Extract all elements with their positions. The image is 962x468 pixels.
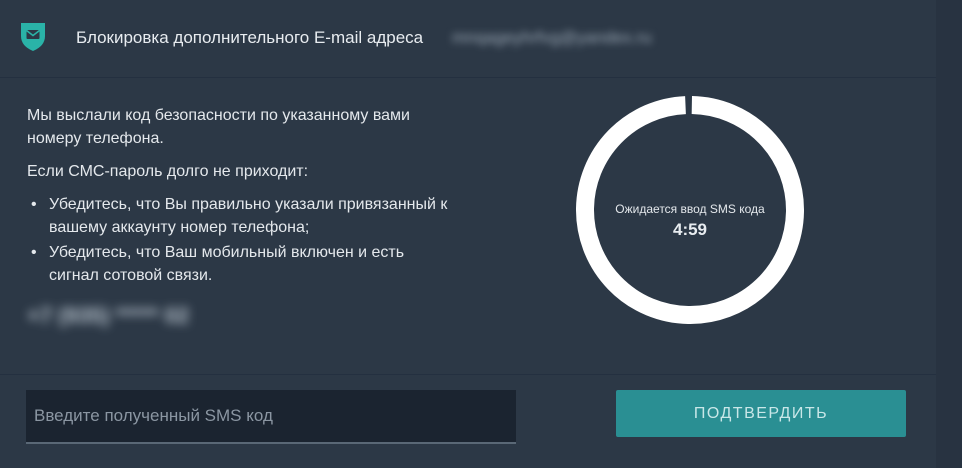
shield-mail-icon: [18, 20, 48, 52]
timer-value: 4:59: [672, 220, 708, 239]
instruction-list: Убедитесь, что Вы правильно указали прив…: [27, 193, 457, 287]
timer-label: Ожидается ввод SMS кода: [615, 202, 765, 216]
footer-divider: [0, 374, 936, 375]
countdown-timer: Ожидается ввод SMS кода 4:59: [576, 96, 804, 324]
instruction-subheading: Если СМС-пароль долго не приходит:: [27, 163, 309, 180]
instructions: Мы выслали код безопасности по указанном…: [27, 104, 457, 289]
dialog-title: Блокировка дополнительного E-mail адреса: [76, 28, 424, 47]
scrollbar-track[interactable]: [936, 0, 962, 468]
sms-code-input[interactable]: [26, 390, 516, 444]
dialog-header: Блокировка дополнительного E-mail адреса…: [0, 0, 936, 78]
instruction-text: Мы выслали код безопасности по указанном…: [27, 107, 410, 147]
sms-confirm-dialog: Блокировка дополнительного E-mail адреса…: [0, 0, 936, 468]
instruction-bullet: Убедитесь, что Ваш мобильный включен и е…: [27, 241, 457, 287]
masked-email: mnqageyhrfvg@yandex.ru: [452, 28, 652, 47]
masked-phone-number: +7 (935) ***** 02: [27, 303, 190, 328]
confirm-button[interactable]: ПОДТВЕРДИТЬ: [616, 390, 906, 437]
instruction-bullet: Убедитесь, что Вы правильно указали прив…: [27, 193, 457, 239]
